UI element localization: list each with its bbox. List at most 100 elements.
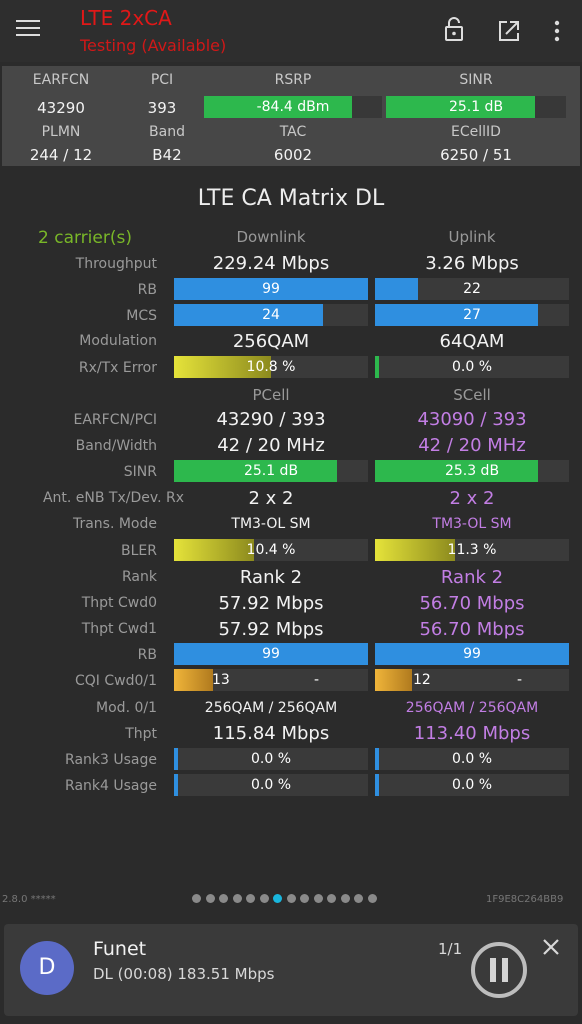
band-width-label: Band/Width	[75, 438, 157, 454]
sinr-label: SINR	[459, 72, 493, 88]
bler-scell-bar: 11.3 %	[375, 539, 569, 561]
thpt-pcell: 115.84 Mbps	[212, 723, 330, 744]
notification-card[interactable]: D Funet DL (00:08) 183.51 Mbps 1/1	[4, 924, 578, 1016]
carrier-count: 2 carrier(s)	[38, 228, 132, 248]
cqi-pcell-cwd0: 13	[212, 672, 230, 688]
sinr-scell-bar: 25.3 dB	[375, 460, 569, 482]
open-external-icon[interactable]	[497, 19, 521, 43]
rank-label: Rank	[122, 569, 157, 585]
trans-mode-label: Trans. Mode	[72, 516, 157, 532]
rank3-scell-bar: 0.0 %	[375, 748, 569, 770]
page-dot[interactable]	[192, 894, 201, 903]
uplink-header: Uplink	[448, 228, 496, 246]
summary-panel: EARFCN PCI RSRP SINR 43290 393 -84.4 dBm…	[2, 66, 580, 166]
rank-scell: Rank 2	[440, 567, 504, 588]
matrix-title: LTE CA Matrix DL	[197, 186, 385, 211]
page-dot[interactable]	[232, 894, 242, 903]
page-dot[interactable]	[219, 894, 228, 903]
thpt-cwd1-label: Thpt Cwd1	[81, 621, 157, 637]
menu-icon[interactable]	[16, 20, 40, 38]
rb2-pcell-value: 99	[262, 646, 280, 662]
page-dot[interactable]	[300, 894, 309, 903]
page-dot[interactable]	[354, 894, 363, 903]
sinr-scell-value: 25.3 dB	[444, 463, 500, 479]
thpt-label: Thpt	[125, 726, 157, 742]
thpt-cwd1-scell: 56.70 Mbps	[419, 619, 525, 640]
mcs-dl-bar: 24	[174, 304, 368, 326]
earfcn-pci-scell: 43090 / 393	[417, 409, 527, 430]
mcs-dl-value: 24	[262, 307, 280, 323]
app-bar: LTE 2xCA Testing (Available)	[0, 0, 582, 62]
rsrp-bar: -84.4 dBm	[204, 96, 382, 118]
modulation-dl: 256QAM	[232, 331, 310, 352]
sinr-value: 25.1 dB	[448, 99, 504, 115]
device-id: 1F9E8C264BB9	[486, 894, 564, 905]
cqi-scell-bar: 12 -	[375, 669, 569, 691]
rank4-scell-bar: 0.0 %	[375, 774, 569, 796]
rb2-pcell-bar: 99	[174, 643, 368, 665]
page-dot[interactable]	[327, 894, 336, 903]
modulation-ul: 64QAM	[439, 331, 505, 352]
rxtx-error-dl-value: 10.8 %	[246, 359, 296, 375]
rxtx-error-ul-value: 0.0 %	[451, 359, 493, 375]
bler-scell-value: 11.3 %	[447, 542, 497, 558]
plmn-value: 244 / 12	[29, 146, 93, 164]
throughput-dl: 229.24 Mbps	[212, 253, 330, 274]
rb-label: RB	[137, 282, 157, 298]
mod01-pcell: 256QAM / 256QAM	[204, 700, 338, 716]
more-vert-icon[interactable]	[547, 20, 567, 42]
notification-app: Funet	[93, 938, 147, 960]
cqi-label: CQI Cwd0/1	[74, 673, 157, 689]
mcs-label: MCS	[126, 308, 157, 324]
lock-icon[interactable]	[443, 16, 465, 42]
rb2-label: RB	[137, 647, 157, 663]
page-dot[interactable]	[286, 894, 296, 903]
rsrp-label: RSRP	[274, 72, 312, 88]
pause-icon[interactable]	[470, 941, 528, 999]
rxtx-error-ul-bar: 0.0 %	[375, 356, 569, 378]
bler-label: BLER	[121, 543, 157, 559]
rank4-scell-value: 0.0 %	[451, 777, 493, 793]
notification-detail: DL (00:08) 183.51 Mbps	[93, 965, 275, 983]
earfcn-pci-label: EARFCN/PCI	[73, 412, 157, 428]
pci-label: PCI	[150, 72, 174, 88]
bler-pcell-bar: 10.4 %	[174, 539, 368, 561]
thpt-cwd0-pcell: 57.92 Mbps	[218, 593, 324, 614]
throughput-ul: 3.26 Mbps	[425, 253, 519, 274]
page-dot[interactable]	[340, 894, 350, 903]
rb-dl-bar: 99	[174, 278, 368, 300]
cqi-pcell-bar-fill	[174, 669, 213, 691]
rsrp-value: -84.4 dBm	[256, 99, 330, 115]
page-dot[interactable]	[273, 894, 282, 903]
rank4-pcell-bar: 0.0 %	[174, 774, 368, 796]
sinr-pcell-bar: 25.1 dB	[174, 460, 368, 482]
throughput-label: Throughput	[75, 256, 157, 272]
band-value: B42	[152, 146, 182, 164]
earfcn-pci-pcell: 43290 / 393	[216, 409, 326, 430]
rank4-pcell-value: 0.0 %	[250, 777, 292, 793]
thpt-cwd0-label: Thpt Cwd0	[81, 595, 157, 611]
cqi-pcell-bar: 13 -	[174, 669, 368, 691]
sinr-bar: 25.1 dB	[386, 96, 566, 118]
rank3-scell-value: 0.0 %	[451, 751, 493, 767]
bler-pcell-value: 10.4 %	[246, 542, 296, 558]
page-dot[interactable]	[205, 894, 215, 903]
rb-ul-bar: 22	[375, 278, 569, 300]
rb-dl-value: 99	[262, 281, 280, 297]
page-dot[interactable]	[259, 894, 269, 903]
ecellid-value: 6250 / 51	[440, 146, 512, 164]
rank4-label: Rank4 Usage	[65, 778, 157, 794]
page-dot[interactable]	[367, 894, 377, 903]
modulation-label: Modulation	[79, 333, 157, 349]
close-icon[interactable]	[542, 938, 560, 956]
rb2-scell-bar: 99	[375, 643, 569, 665]
mcs-ul-bar: 27	[375, 304, 569, 326]
rank3-pcell-bar: 0.0 %	[174, 748, 368, 770]
scell-header: SCell	[453, 386, 491, 404]
rank3-label: Rank3 Usage	[65, 752, 157, 768]
cqi-scell-bar-fill	[375, 669, 412, 691]
page-dot[interactable]	[246, 894, 255, 903]
plmn-label: PLMN	[41, 124, 81, 140]
thpt-cwd0-scell: 56.70 Mbps	[419, 593, 525, 614]
page-dot[interactable]	[313, 894, 323, 903]
